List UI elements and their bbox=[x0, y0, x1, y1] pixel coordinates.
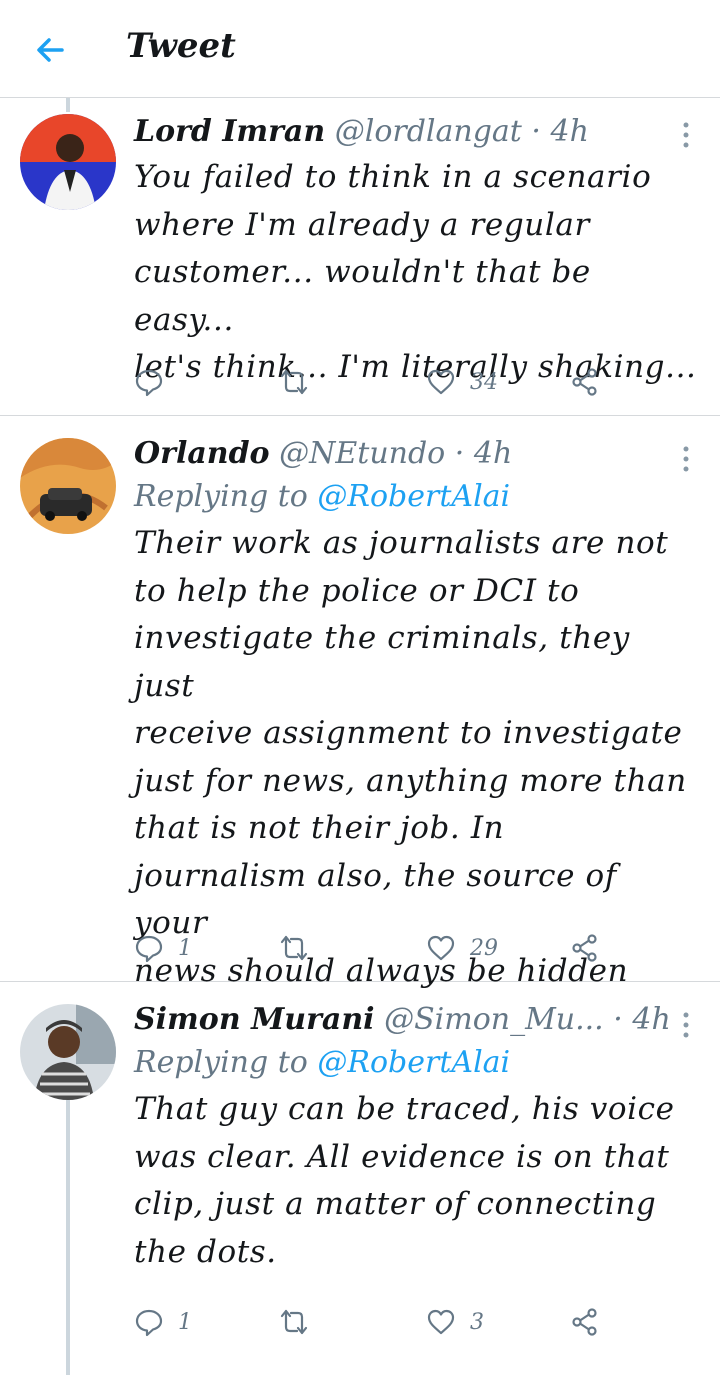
tweet-item[interactable]: Orlando @NEtundo · 4h Replying to @Rober… bbox=[0, 416, 720, 989]
thread-connector-line bbox=[66, 1100, 70, 1375]
heart-icon bbox=[427, 1309, 455, 1335]
share-icon bbox=[572, 368, 597, 396]
reply-bubble-icon bbox=[135, 369, 163, 397]
share-button[interactable] bbox=[570, 928, 600, 968]
like-count: 3 bbox=[470, 1309, 484, 1335]
like-count: 34 bbox=[470, 369, 498, 395]
like-button[interactable]: 29 bbox=[426, 928, 498, 968]
author-handle[interactable]: @NEtundo bbox=[279, 436, 445, 471]
retweet-icon bbox=[280, 369, 308, 395]
replying-to-mention[interactable]: @RobertAlai bbox=[317, 479, 510, 514]
retweet-button[interactable] bbox=[279, 1302, 323, 1342]
retweet-button[interactable] bbox=[279, 362, 323, 402]
tweet-item[interactable]: Simon Murani @Simon_Mu... · 4h Replying … bbox=[0, 982, 720, 1379]
timestamp: 4h bbox=[550, 114, 589, 149]
tweet-meta: Orlando @NEtundo · 4h bbox=[134, 434, 698, 474]
timestamp: 4h bbox=[632, 1002, 671, 1037]
replying-to-mention[interactable]: @RobertAlai bbox=[317, 1045, 510, 1080]
reply-bubble-icon bbox=[135, 935, 163, 963]
tweet-actions: 1 29 bbox=[134, 928, 614, 968]
replying-to-line: Replying to @RobertAlai bbox=[134, 474, 698, 520]
share-icon bbox=[572, 934, 597, 962]
reply-button[interactable]: 1 bbox=[134, 928, 192, 968]
reply-bubble-icon bbox=[135, 1309, 163, 1337]
replying-to-label: Replying to bbox=[134, 479, 318, 514]
tweet-meta: Lord Imran @lordlangat · 4h bbox=[134, 112, 698, 152]
top-app-bar: Tweet bbox=[0, 0, 720, 98]
tweet-actions: 1 3 bbox=[134, 1302, 614, 1342]
share-button[interactable] bbox=[570, 1302, 600, 1342]
tweet-text: That guy can be traced, his voice was cl… bbox=[134, 1091, 675, 1270]
author-handle[interactable]: @Simon_Mu... bbox=[384, 1002, 604, 1037]
author-handle[interactable]: @lordlangat bbox=[335, 114, 522, 149]
share-button[interactable] bbox=[570, 362, 600, 402]
retweet-icon bbox=[280, 935, 308, 961]
more-vertical-icon[interactable] bbox=[682, 1010, 690, 1040]
author-name[interactable]: Simon Murani bbox=[134, 1002, 375, 1037]
page-title: Tweet bbox=[126, 26, 236, 66]
replying-to-label: Replying to bbox=[134, 1045, 318, 1080]
heart-icon bbox=[427, 369, 455, 395]
separator-dot: · bbox=[531, 114, 541, 149]
separator-dot: · bbox=[454, 436, 465, 471]
avatar[interactable] bbox=[20, 438, 116, 534]
avatar[interactable] bbox=[20, 114, 116, 210]
avatar[interactable] bbox=[20, 1004, 116, 1100]
tweet-actions: 34 bbox=[134, 362, 614, 402]
like-button[interactable]: 3 bbox=[426, 1302, 484, 1342]
author-name[interactable]: Orlando bbox=[134, 436, 270, 471]
separator-dot: · bbox=[613, 1002, 623, 1037]
more-vertical-icon[interactable] bbox=[682, 120, 690, 150]
reply-button[interactable]: 1 bbox=[134, 1302, 192, 1342]
reply-count: 1 bbox=[178, 1309, 192, 1335]
reply-count: 1 bbox=[178, 935, 192, 961]
retweet-button[interactable] bbox=[279, 928, 323, 968]
tweet-text: Their work as journalists are not to hel… bbox=[134, 525, 687, 989]
share-icon bbox=[572, 1308, 597, 1336]
retweet-icon bbox=[280, 1309, 308, 1335]
tweet-text: You failed to think in a scenario where … bbox=[134, 159, 697, 385]
author-name[interactable]: Lord Imran bbox=[134, 114, 325, 149]
like-count: 29 bbox=[470, 935, 498, 961]
arrow-left-icon[interactable] bbox=[28, 28, 72, 72]
more-vertical-icon[interactable] bbox=[682, 444, 690, 474]
tweet-item[interactable]: Lord Imran @lordlangat · 4h You failed t… bbox=[0, 98, 720, 416]
replying-to-line: Replying to @RobertAlai bbox=[134, 1040, 698, 1086]
like-button[interactable]: 34 bbox=[426, 362, 498, 402]
heart-icon bbox=[427, 935, 455, 961]
timestamp: 4h bbox=[473, 436, 513, 471]
tweet-meta: Simon Murani @Simon_Mu... · 4h bbox=[134, 1000, 698, 1040]
reply-button[interactable] bbox=[134, 362, 178, 402]
